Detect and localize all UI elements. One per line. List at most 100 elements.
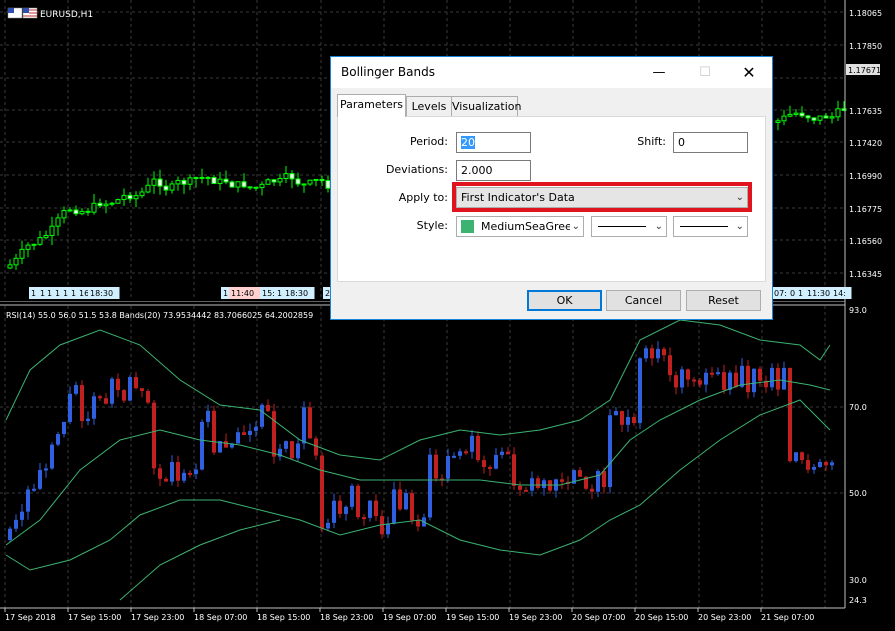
- lower-band-tail: [119, 519, 281, 601]
- time-tag: 07:: [774, 289, 787, 298]
- tab-visualization[interactable]: Visualization: [451, 96, 521, 116]
- price-candle: [199, 176, 205, 179]
- period-input[interactable]: 20: [456, 132, 531, 153]
- rsi-bar: [338, 500, 342, 514]
- deviations-input[interactable]: 2.000: [456, 160, 531, 181]
- rsi-bar: [662, 348, 666, 356]
- rsi-bar: [122, 390, 126, 401]
- rsi-bar: [596, 471, 600, 492]
- rsi-bar: [812, 466, 816, 470]
- rsi-bar: [20, 511, 24, 520]
- time-label: 18 Sep 07:00: [194, 613, 247, 622]
- time-tag: 1: [63, 289, 68, 298]
- parameters-panel: Period: 20 Shift: 0 Deviations: 2.000 Ap…: [337, 116, 766, 282]
- rsi-bar: [536, 478, 540, 488]
- time-tag: 14:: [833, 289, 846, 298]
- price-candle: [817, 115, 823, 121]
- price-candle: [811, 117, 817, 121]
- rsi-tick-label: 30.0: [849, 576, 867, 585]
- price-candle: [181, 179, 187, 185]
- period-label: Period:: [409, 135, 448, 148]
- rsi-bar: [116, 378, 120, 391]
- price-candle: [169, 183, 175, 191]
- rsi-bar: [770, 367, 774, 388]
- rsi-bar: [818, 462, 822, 467]
- price-candle: [793, 112, 799, 115]
- price-candle: [205, 176, 211, 179]
- apply-to-label: Apply to:: [398, 191, 448, 204]
- rsi-bar: [68, 393, 72, 422]
- tab-parameters[interactable]: Parameters: [337, 94, 406, 117]
- time-tag: 1: [277, 289, 282, 298]
- maximize-button[interactable]: ☐: [682, 57, 728, 88]
- price-candle: [13, 257, 19, 266]
- price-candle: [91, 202, 97, 213]
- price-candle: [799, 112, 805, 117]
- rsi-bar: [146, 391, 150, 403]
- rsi-bar: [512, 454, 516, 486]
- rsi-bar: [560, 479, 564, 482]
- price-candle: [127, 194, 133, 200]
- chevron-down-icon: ⌄: [735, 221, 744, 232]
- rsi-bar: [248, 430, 252, 435]
- line-style-select[interactable]: ⌄: [591, 216, 667, 237]
- price-candle: [283, 173, 289, 179]
- price-candle: [835, 108, 841, 118]
- price-candle: [235, 181, 241, 188]
- ok-button[interactable]: OK: [527, 290, 602, 311]
- cancel-button[interactable]: Cancel: [606, 290, 681, 311]
- price-candle: [67, 209, 73, 212]
- shift-input[interactable]: 0: [673, 132, 748, 153]
- rsi-tick-label: 24.3: [849, 596, 867, 605]
- rsi-bar: [668, 355, 672, 376]
- rsi-bar: [800, 452, 804, 461]
- time-label: 20 Sep 07:00: [572, 613, 625, 622]
- rsi-bar: [38, 469, 42, 489]
- shift-label: Shift:: [637, 135, 666, 148]
- apply-to-select[interactable]: First Indicator's Data ⌄: [456, 187, 748, 208]
- rsi-bar: [26, 489, 30, 512]
- period-value: 20: [461, 136, 475, 149]
- price-candle: [307, 179, 313, 185]
- rsi-bar: [200, 421, 204, 470]
- price-tick-label: 1.18065: [849, 9, 882, 18]
- rsi-bar: [716, 372, 720, 375]
- time-label: 19 Sep 23:00: [509, 613, 562, 622]
- chevron-down-icon: ⌄: [654, 221, 663, 232]
- time-tag: 1: [31, 289, 36, 298]
- rsi-bar: [254, 426, 258, 431]
- rsi-bar: [416, 520, 420, 527]
- style-color-select[interactable]: MediumSeaGreen ⌄: [456, 216, 584, 237]
- price-axis: 1.18065 1.17850 1.17635 1.17420 1.16990 1.167…: [849, 9, 882, 279]
- reset-button[interactable]: Reset: [686, 290, 761, 311]
- minimize-button[interactable]: —: [636, 57, 682, 88]
- rsi-bar: [626, 417, 630, 425]
- price-tick-label: 1.16345: [849, 270, 882, 279]
- line-width-select[interactable]: ⌄: [673, 216, 748, 237]
- tab-levels[interactable]: Levels: [406, 96, 452, 116]
- time-label: 17 Sep 2018: [5, 613, 56, 622]
- rsi-tick-label: 50.0: [849, 489, 867, 498]
- price-candle: [25, 244, 31, 250]
- price-candle: [193, 177, 199, 180]
- rsi-bar: [752, 368, 756, 393]
- rsi-bar: [434, 454, 438, 479]
- price-candle: [163, 185, 169, 191]
- rsi-bar: [830, 462, 834, 466]
- time-label: 21 Sep 07:00: [761, 613, 814, 622]
- rsi-bar: [488, 467, 492, 470]
- close-button[interactable]: ✕: [726, 57, 772, 88]
- bollinger-band-lines: [5, 319, 831, 601]
- time-tag: 0: [790, 289, 795, 298]
- price-candle: [31, 243, 37, 246]
- rsi-bar: [98, 396, 102, 399]
- rsi-bar: [644, 348, 648, 359]
- rsi-bar: [140, 388, 144, 392]
- rsi-bar: [86, 418, 90, 422]
- rsi-bar: [428, 454, 432, 518]
- rsi-bar: [476, 435, 480, 461]
- rsi-bar: [692, 379, 696, 382]
- dialog-title-bar[interactable]: Bollinger Bands — ☐ ✕: [331, 57, 772, 88]
- time-tag: 15:: [262, 289, 275, 298]
- rsi-bar: [608, 415, 612, 488]
